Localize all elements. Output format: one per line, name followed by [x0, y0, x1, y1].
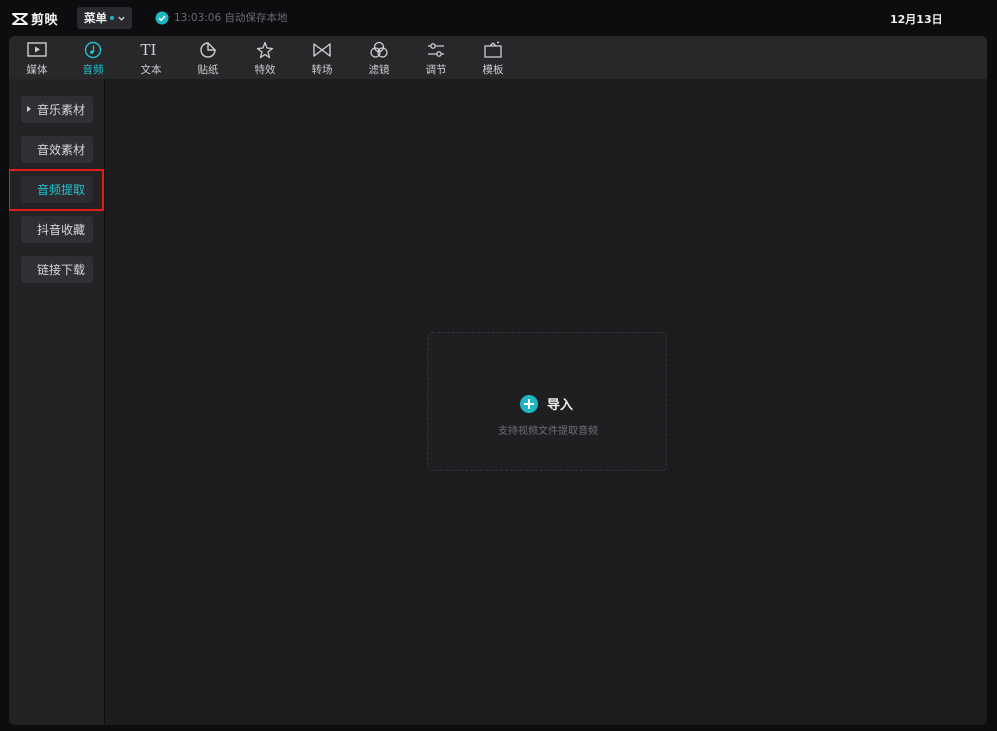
adjust-icon — [428, 43, 444, 57]
tab-transition[interactable]: 转场 — [299, 36, 345, 79]
audio-sidebar: 音乐素材 音效素材 音频提取 抖音收藏 链接下载 — [9, 79, 105, 725]
media-icon — [27, 42, 47, 57]
tab-filter-label: 滤镜 — [368, 64, 390, 76]
sidebar-item-sound-effects[interactable]: 音效素材 — [21, 136, 93, 163]
tab-audio-label: 音频 — [82, 64, 104, 76]
capcut-logo-icon — [12, 12, 28, 25]
template-icon — [484, 41, 502, 58]
expand-caret-icon — [27, 106, 31, 112]
effects-icon — [256, 41, 274, 59]
import-label: 导入 — [547, 398, 574, 413]
sticker-icon — [200, 42, 216, 58]
autosave-status: 13:03:06 自动保存本地 — [155, 10, 288, 25]
transition-icon — [313, 43, 331, 57]
highlight-annotation-box — [9, 169, 104, 211]
tab-adjust-label: 调节 — [425, 64, 447, 76]
sidebar-item-douyin-favorites[interactable]: 抖音收藏 — [21, 216, 93, 243]
import-button[interactable]: 导入 — [520, 394, 573, 413]
tab-template-label: 模板 — [482, 64, 504, 76]
tab-text-label: 文本 — [140, 64, 162, 76]
date-label: 12月13日 — [890, 13, 943, 26]
tab-audio[interactable]: 音频 — [70, 36, 116, 79]
import-hint: 支持视频文件提取音频 — [498, 426, 598, 437]
tab-template[interactable]: 模板 — [470, 36, 516, 79]
sidebar-item-label: 音乐素材 — [37, 103, 86, 117]
menu-notification-dot — [110, 16, 114, 20]
tab-effects-label: 特效 — [254, 64, 276, 76]
filter-icon — [370, 41, 388, 58]
sidebar-item-link-download[interactable]: 链接下载 — [21, 256, 93, 283]
chevron-down-icon — [118, 16, 125, 21]
tab-adjust[interactable]: 调节 — [413, 36, 459, 79]
tab-transition-label: 转场 — [311, 64, 333, 76]
check-circle-icon — [155, 11, 169, 24]
sidebar-item-label: 链接下载 — [37, 263, 86, 277]
category-toolbar: 媒体 音频 TI 文本 贴纸 特效 转场 滤镜 调节 模板 — [9, 36, 987, 79]
menu-button[interactable]: 菜单 — [77, 7, 132, 29]
plus-circle-icon — [520, 394, 538, 413]
text-icon: TI — [141, 41, 157, 59]
import-dropzone[interactable]: 导入 支持视频文件提取音频 — [427, 332, 667, 471]
tab-sticker[interactable]: 贴纸 — [185, 36, 231, 79]
autosave-text: 13:03:06 自动保存本地 — [174, 12, 288, 24]
tab-filter[interactable]: 滤镜 — [356, 36, 402, 79]
app-name: 剪映 — [31, 13, 59, 28]
tab-effects[interactable]: 特效 — [242, 36, 288, 79]
app-logo: 剪映 — [12, 9, 58, 28]
title-bar: 剪映 菜单 13:03:06 自动保存本地 12月13日 — [0, 0, 997, 36]
menu-label: 菜单 — [84, 11, 107, 25]
sidebar-item-label: 音效素材 — [37, 143, 86, 157]
audio-icon — [84, 41, 102, 59]
tab-text[interactable]: TI 文本 — [128, 36, 174, 79]
media-panel: 媒体 音频 TI 文本 贴纸 特效 转场 滤镜 调节 模板 音乐素材 音效素材 … — [9, 36, 987, 725]
tab-media-label: 媒体 — [26, 64, 48, 76]
sidebar-item-label: 抖音收藏 — [37, 223, 86, 237]
tab-sticker-label: 贴纸 — [197, 64, 219, 76]
tab-media[interactable]: 媒体 — [14, 36, 60, 79]
svg-text:TI: TI — [141, 41, 157, 59]
sidebar-item-music[interactable]: 音乐素材 — [21, 96, 93, 123]
